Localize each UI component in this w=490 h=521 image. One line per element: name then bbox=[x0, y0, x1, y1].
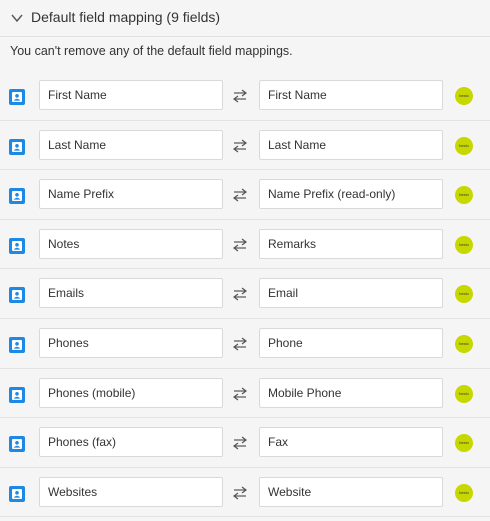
mapping-row: Phones (mobile) Mobile Phone bexio bbox=[0, 369, 490, 419]
section-header[interactable]: Default field mapping (9 fields) bbox=[0, 0, 490, 36]
target-field[interactable]: Phone bbox=[259, 327, 443, 358]
source-field[interactable]: Notes bbox=[39, 228, 223, 259]
mapping-row: Notes Remarks bexio bbox=[0, 220, 490, 270]
swap-arrows-icon bbox=[233, 387, 247, 401]
bexio-logo-icon: bexio bbox=[455, 384, 473, 403]
swap-arrows-icon bbox=[233, 89, 247, 103]
contact-card-icon bbox=[9, 138, 25, 155]
target-field[interactable]: Website bbox=[259, 476, 443, 507]
contact-card-icon bbox=[9, 436, 25, 453]
source-field[interactable]: Phones bbox=[39, 327, 223, 358]
contact-card-icon bbox=[9, 287, 25, 304]
target-field[interactable]: Fax bbox=[259, 427, 443, 458]
source-field[interactable]: Emails bbox=[39, 278, 223, 309]
info-note: You can't remove any of the default fiel… bbox=[10, 44, 293, 58]
bexio-logo-icon: bexio bbox=[455, 186, 473, 205]
mapping-row: Websites Website bexio bbox=[0, 468, 490, 518]
swap-arrows-icon bbox=[233, 486, 247, 500]
contact-card-icon bbox=[9, 89, 25, 105]
source-field[interactable]: Phones (mobile) bbox=[39, 377, 223, 408]
mapping-row: Last Name Last Name bexio bbox=[0, 121, 490, 171]
target-field[interactable]: Name Prefix (read-only) bbox=[259, 179, 443, 210]
mapping-row: Emails Email bexio bbox=[0, 269, 490, 319]
mapping-row: Phones Phone bexio bbox=[0, 319, 490, 369]
target-field[interactable]: Email bbox=[259, 278, 443, 309]
swap-arrows-icon bbox=[233, 139, 247, 153]
source-field[interactable]: Name Prefix bbox=[39, 179, 223, 210]
contact-card-icon bbox=[9, 237, 25, 254]
bexio-logo-icon: bexio bbox=[455, 285, 473, 304]
source-field[interactable]: First Name bbox=[39, 80, 223, 110]
bexio-logo-icon: bexio bbox=[455, 235, 473, 254]
bexio-logo-icon: bexio bbox=[455, 136, 473, 155]
target-field[interactable]: Remarks bbox=[259, 228, 443, 259]
mapping-row: Name Prefix Name Prefix (read-only) bexi… bbox=[0, 170, 490, 220]
mapping-row: First Name First Name bexio bbox=[0, 71, 490, 121]
bexio-logo-icon: bexio bbox=[455, 87, 473, 105]
contact-card-icon bbox=[9, 386, 25, 403]
divider bbox=[0, 36, 490, 37]
swap-arrows-icon bbox=[233, 238, 247, 252]
target-field[interactable]: Mobile Phone bbox=[259, 377, 443, 408]
mapping-row: Phones (fax) Fax bexio bbox=[0, 418, 490, 468]
source-field[interactable]: Last Name bbox=[39, 129, 223, 160]
chevron-down-icon[interactable] bbox=[10, 11, 24, 25]
bexio-logo-icon: bexio bbox=[455, 434, 473, 453]
section-title: Default field mapping (9 fields) bbox=[31, 9, 221, 25]
bexio-logo-icon: bexio bbox=[455, 334, 473, 353]
swap-arrows-icon bbox=[233, 287, 247, 301]
row-divider bbox=[0, 516, 490, 518]
source-field[interactable]: Websites bbox=[39, 476, 223, 507]
bexio-logo-icon: bexio bbox=[455, 483, 473, 502]
target-field[interactable]: First Name bbox=[259, 80, 443, 110]
swap-arrows-icon bbox=[233, 436, 247, 450]
contact-card-icon bbox=[9, 485, 25, 502]
source-field[interactable]: Phones (fax) bbox=[39, 427, 223, 458]
mapping-list: First Name First Name bexio Last Name La… bbox=[0, 71, 490, 518]
swap-arrows-icon bbox=[233, 188, 247, 202]
contact-card-icon bbox=[9, 188, 25, 205]
target-field[interactable]: Last Name bbox=[259, 129, 443, 160]
swap-arrows-icon bbox=[233, 337, 247, 351]
contact-card-icon bbox=[9, 336, 25, 353]
